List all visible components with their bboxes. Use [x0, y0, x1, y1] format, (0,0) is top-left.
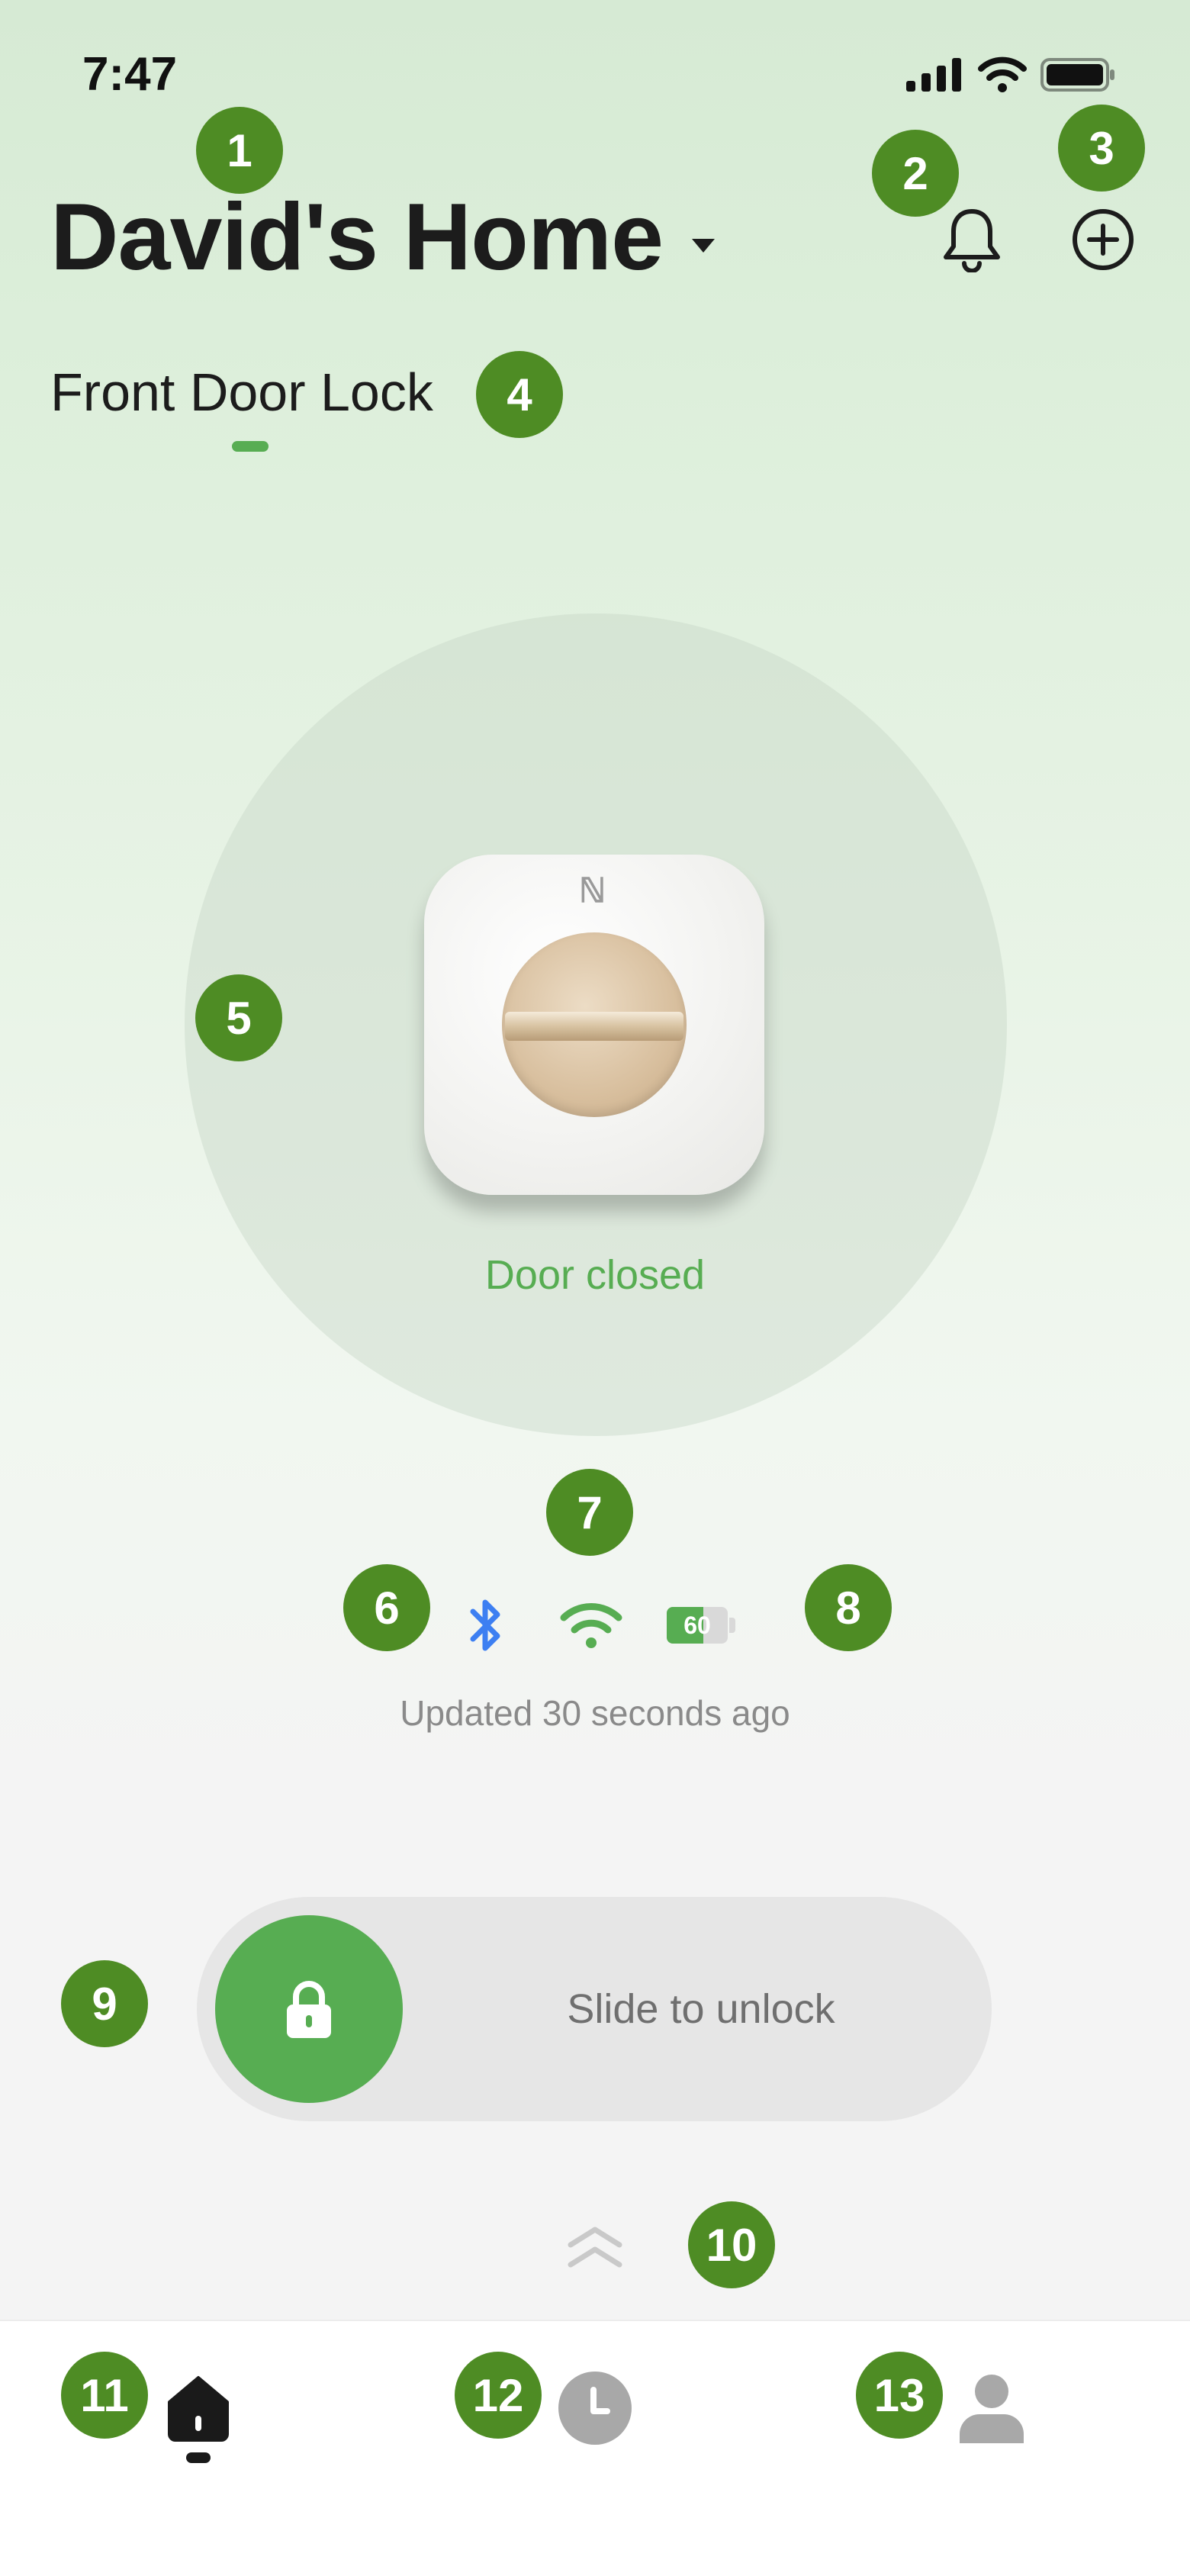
- person-icon: [960, 2375, 1024, 2443]
- slider-handle[interactable]: [215, 1915, 403, 2103]
- annotation-badge: 1: [196, 107, 283, 194]
- bell-icon: [944, 209, 1000, 272]
- battery-level-icon[interactable]: 60: [667, 1607, 735, 1644]
- lock-screen: 7:47 David's Home Front Door Lock ℕ Door…: [0, 0, 1190, 2576]
- door-status: Door closed: [484, 1252, 706, 1298]
- padlock-icon: [287, 1981, 331, 2038]
- connectivity-row: 60: [455, 1595, 735, 1656]
- annotation-badge: 13: [856, 2352, 943, 2439]
- battery-status-icon: [1040, 58, 1114, 92]
- tab-profile[interactable]: [946, 2362, 1037, 2454]
- home-icon: [168, 2376, 229, 2442]
- home-selector[interactable]: David's Home: [50, 183, 716, 291]
- tab-front-door-lock[interactable]: Front Door Lock: [50, 362, 433, 423]
- annotation-badge: 4: [476, 351, 563, 438]
- expand-up-icon[interactable]: [564, 2220, 626, 2274]
- bottom-tab-bar: [0, 2320, 1190, 2576]
- add-device-button[interactable]: [1066, 203, 1140, 276]
- lock-knob-bar: [505, 1012, 683, 1041]
- home-tab-indicator: [186, 2452, 211, 2463]
- notifications-button[interactable]: [935, 203, 1008, 276]
- page-title: David's Home: [50, 185, 664, 290]
- annotation-badge: 11: [61, 2352, 148, 2439]
- nfc-icon: ℕ: [579, 872, 606, 910]
- wifi-icon[interactable]: [557, 1595, 626, 1656]
- annotation-badge: 9: [61, 1960, 148, 2047]
- cellular-signal-icon: [906, 58, 961, 92]
- caret-down-icon: [692, 239, 716, 253]
- tab-history[interactable]: [549, 2362, 641, 2454]
- battery-level-text: 60: [683, 1612, 711, 1639]
- annotation-badge: 6: [343, 1564, 430, 1651]
- plus-circle-icon: [1073, 209, 1134, 270]
- bluetooth-icon[interactable]: [455, 1595, 516, 1656]
- updated-timestamp: Updated 30 seconds ago: [400, 1693, 790, 1733]
- lock-device-image: ℕ: [424, 855, 764, 1195]
- tab-indicator: [232, 441, 269, 452]
- annotation-badge: 3: [1058, 105, 1145, 192]
- status-time: 7:47: [82, 48, 178, 101]
- wifi-status-icon: [978, 56, 1027, 92]
- annotation-badge: 12: [455, 2352, 542, 2439]
- lock-knob: [502, 932, 687, 1117]
- slide-to-unlock[interactable]: Slide to unlock: [197, 1897, 992, 2121]
- annotation-badge: 2: [872, 130, 959, 217]
- status-icons: [906, 56, 1117, 93]
- annotation-badge: 10: [688, 2201, 775, 2288]
- clock-icon: [558, 2372, 632, 2445]
- annotation-badge: 5: [195, 974, 282, 1061]
- annotation-badge: 8: [805, 1564, 892, 1651]
- slider-label: Slide to unlock: [567, 1986, 835, 2032]
- tab-home[interactable]: [153, 2362, 244, 2454]
- annotation-badge: 7: [546, 1469, 633, 1556]
